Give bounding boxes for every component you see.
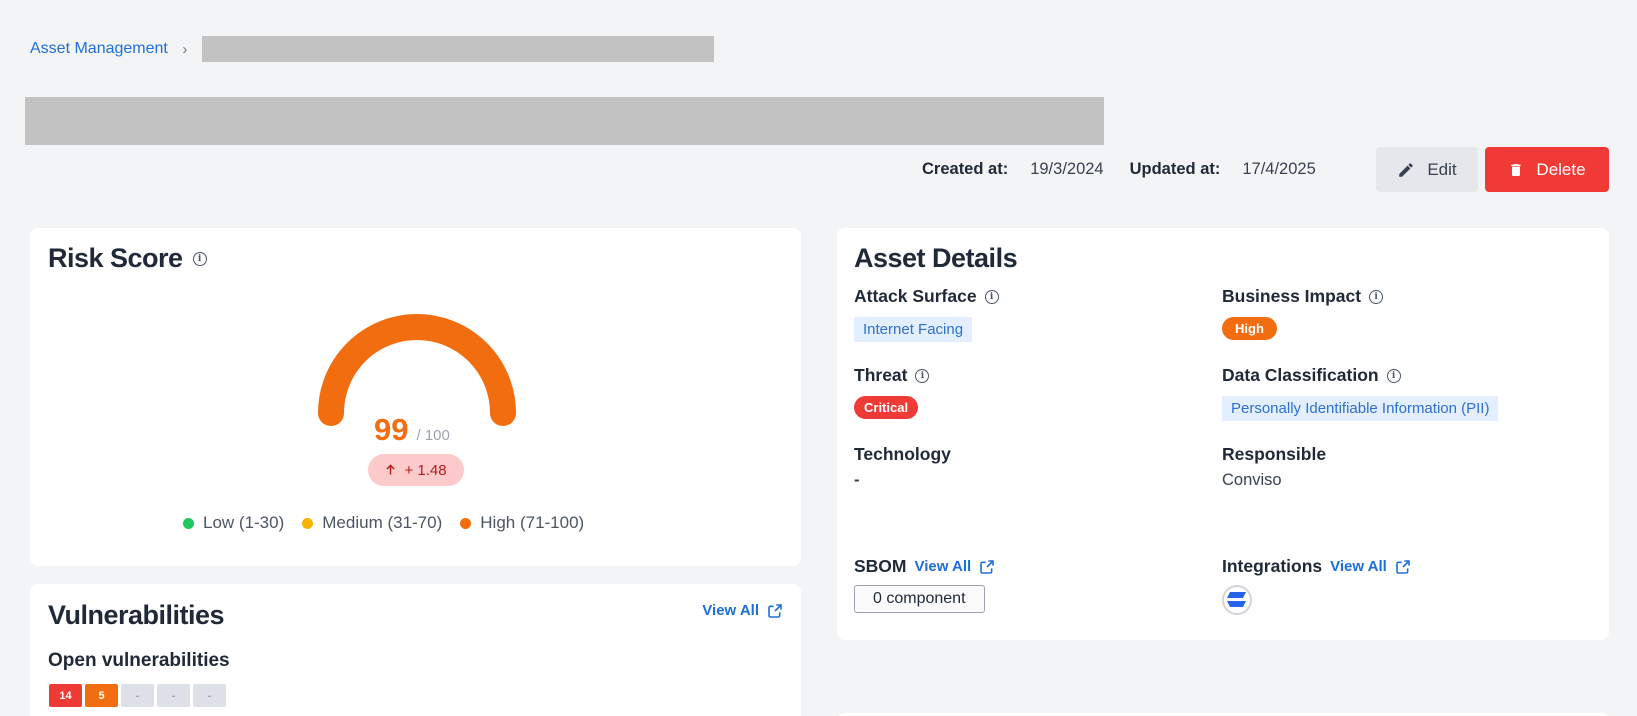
integrations-view-all-link[interactable]: View All [1330,558,1411,575]
legend-dot-low [183,517,194,529]
technology-field: Technology - [854,444,951,490]
arrow-up-icon [386,464,396,475]
delta-value: + 1.48 [404,461,447,479]
asset-page: Asset Management › Created at: 19/3/2024… [0,0,1637,716]
score-number: 99 [374,412,409,447]
created-label: Created at: [922,160,1009,178]
edit-label: Edit [1427,159,1457,179]
attack-surface-label: Attack Surface [854,286,977,306]
risk-score-card: Risk Score i 99 / 100 + 1.48 Low (1-30) … [30,228,801,566]
data-classification-value: Personally Identifiable Information (PII… [1222,396,1499,421]
view-all-label: View All [914,558,972,575]
redacted-breadcrumb [201,36,714,62]
delete-label: Delete [1536,159,1586,179]
business-impact-field: Business Impact i High [1222,286,1384,340]
info-icon[interactable]: i [1386,368,1401,383]
integrations-field: Integrations View All [1222,556,1411,615]
integration-logo-glyph [1227,592,1246,607]
technology-value: - [854,471,860,489]
responsible-value: Conviso [1222,471,1282,489]
pencil-icon [1399,162,1414,177]
sbom-component-count: 0 component [854,585,985,613]
trash-icon [1511,163,1522,176]
legend-label: High (71-100) [480,513,585,532]
attack-surface-value: Internet Facing [854,317,973,342]
external-link-icon [1396,559,1410,574]
business-impact-badge: High [1222,317,1277,340]
vulnerabilities-card: Vulnerabilities View All Open vulnerabil… [30,584,801,716]
score-max: / 100 [416,427,450,444]
asset-details-title: Asset Details [854,243,1018,273]
threat-field: Threat i Critical [854,365,930,419]
info-icon[interactable]: i [1369,289,1384,304]
responsible-label: Responsible [1222,444,1327,464]
external-link-icon [980,559,995,574]
legend-medium: Medium (31-70) [302,513,442,533]
gauge-arc [318,314,516,426]
legend-label: Low (1-30) [203,513,285,532]
data-classification-field: Data Classification i Personally Identifi… [1222,365,1499,421]
info-icon[interactable]: i [915,368,930,383]
delete-button[interactable]: Delete [1485,147,1609,192]
risk-score-value: 99 / 100 [374,412,450,448]
data-classification-label: Data Classification [1222,365,1379,385]
count-high[interactable]: 5 [85,684,118,707]
chevron-right-icon: › [182,40,188,58]
integrations-label: Integrations [1222,556,1323,576]
severity-counts: 14 5 - - - [49,684,226,707]
redacted-page-title [25,97,1104,145]
view-all-label: View All [702,602,759,619]
open-vulnerabilities-label: Open vulnerabilities [48,650,230,671]
count-low[interactable]: - [157,684,190,707]
legend-dot-medium [302,517,314,529]
sbom-field: SBOM View All 0 component [854,556,995,613]
responsible-field: Responsible Conviso [1222,444,1326,490]
created-value: 19/3/2024 [1030,160,1104,178]
vulnerabilities-view-all-link[interactable]: View All [702,602,783,619]
integration-logo-icon[interactable] [1222,585,1252,615]
threat-badge: Critical [854,396,919,419]
sbom-view-all-link[interactable]: View All [915,558,996,575]
count-info[interactable]: - [193,684,226,707]
legend-low: Low (1-30) [183,513,284,533]
count-medium[interactable]: - [121,684,154,707]
count-critical[interactable]: 14 [49,684,82,707]
asset-details-card: Asset Details Attack Surface i Internet F… [837,228,1609,640]
asset-meta: Created at: 19/3/2024 Updated at: 17/4/2… [922,160,1342,179]
attack-surface-field: Attack Surface i Internet Facing [854,286,999,342]
vulnerabilities-title: Vulnerabilities [48,600,225,630]
legend-high: High (71-100) [460,513,584,533]
threat-label: Threat [854,365,908,385]
updated-value: 17/4/2025 [1242,160,1316,178]
external-link-icon [768,603,782,618]
edit-button[interactable]: Edit [1376,147,1478,192]
risk-legend: Low (1-30) Medium (31-70) High (71-100) [183,513,584,533]
legend-dot-high [460,517,472,529]
business-impact-label: Business Impact [1222,286,1362,306]
breadcrumb: Asset Management › [30,36,714,62]
info-icon[interactable]: i [984,289,999,304]
score-delta-badge: + 1.48 [368,454,464,486]
legend-label: Medium (31-70) [322,513,443,532]
view-all-label: View All [1330,558,1387,575]
updated-label: Updated at: [1129,160,1221,178]
technology-label: Technology [854,444,951,464]
breadcrumb-asset-management[interactable]: Asset Management [30,40,168,58]
sbom-label: SBOM [854,556,907,576]
